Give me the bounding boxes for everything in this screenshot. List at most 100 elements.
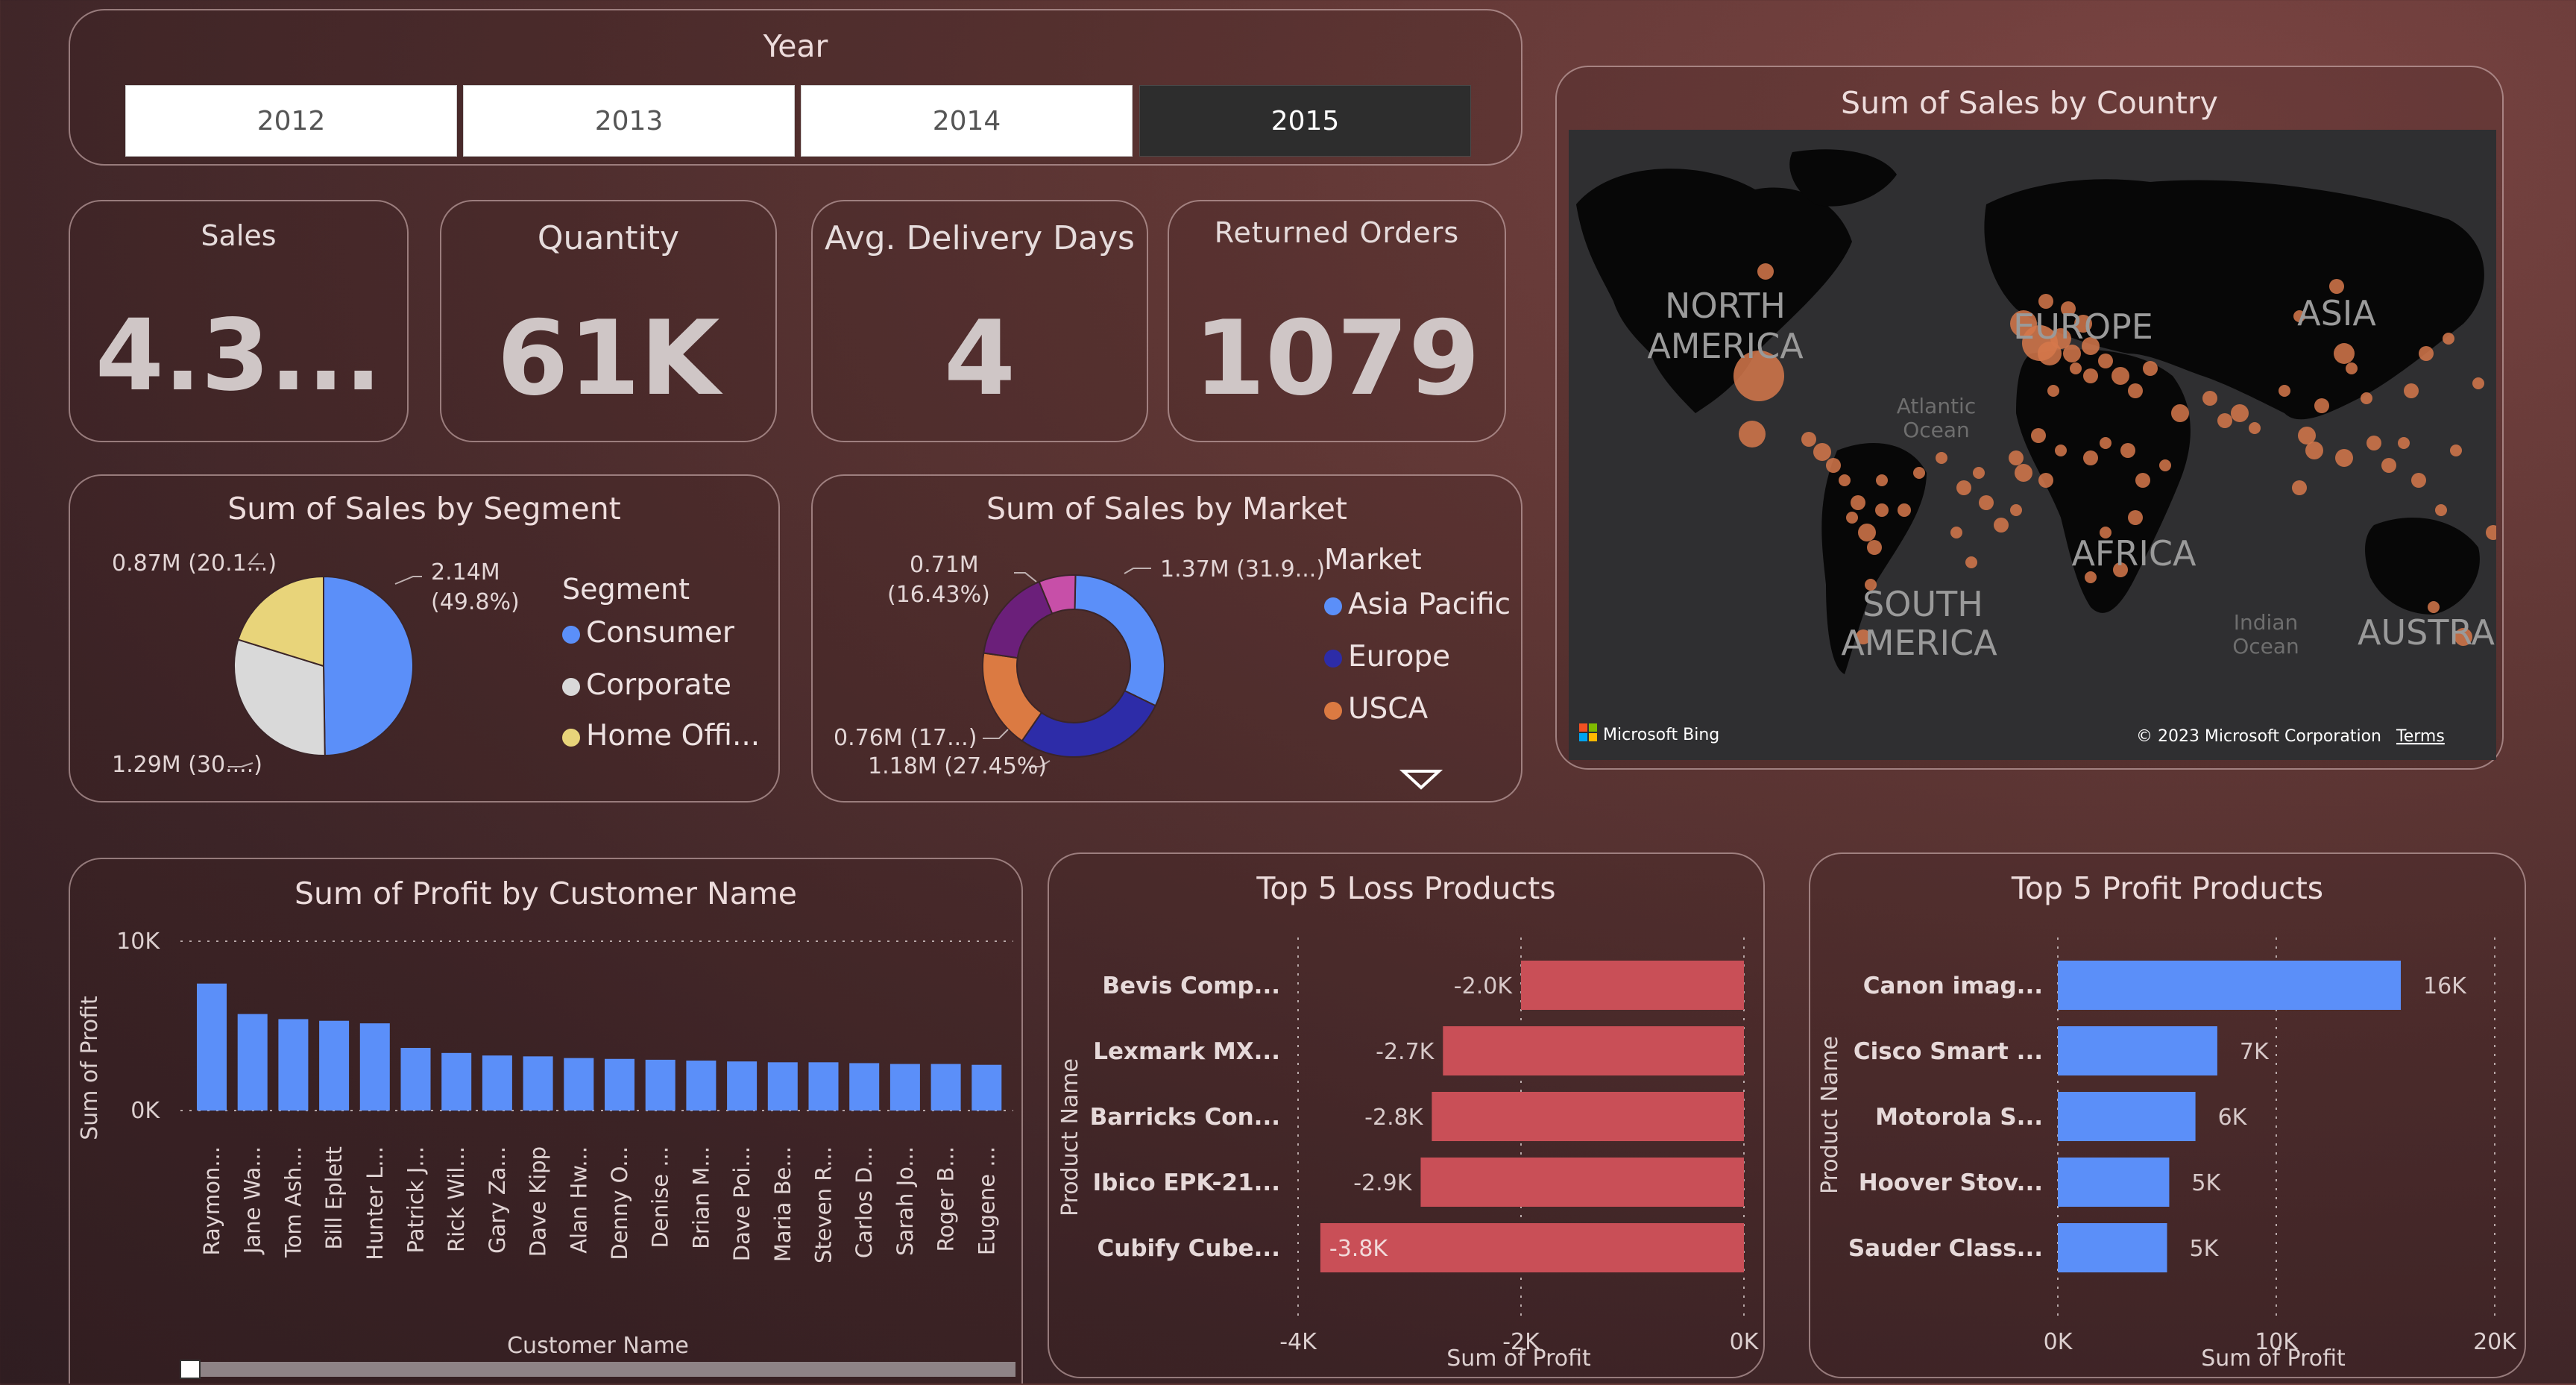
map-bubble[interactable] xyxy=(2038,473,2053,488)
map-bubble[interactable] xyxy=(1875,503,1889,517)
map-bubble[interactable] xyxy=(1813,443,1831,461)
customer-bar-dave-kipp[interactable] xyxy=(523,1056,553,1111)
map-bubble[interactable] xyxy=(2159,459,2171,471)
profit-bar-sauder-class[interactable] xyxy=(2058,1223,2167,1272)
map-bubble[interactable] xyxy=(2335,449,2353,467)
map-bubble[interactable] xyxy=(2366,436,2381,450)
map-bubble[interactable] xyxy=(1757,263,1774,280)
map-bubble[interactable] xyxy=(2435,504,2447,516)
customer-bar-maria-be[interactable] xyxy=(767,1062,798,1111)
map-bubble[interactable] xyxy=(2305,442,2323,459)
map-bubble[interactable] xyxy=(2047,385,2059,397)
market-legend-usca[interactable]: USCA xyxy=(1324,692,1428,726)
customer-bar-dave-poi[interactable] xyxy=(727,1061,758,1111)
customer-bar-bill-eplett[interactable] xyxy=(319,1020,350,1111)
loss-bar-ibico-epk-21[interactable] xyxy=(1420,1158,1744,1207)
map-bubble[interactable] xyxy=(1979,495,1994,510)
profit-bar-hoover-stov[interactable] xyxy=(2058,1158,2170,1207)
map-bubble[interactable] xyxy=(2128,510,2143,525)
loss-bar-lexmark-mx[interactable] xyxy=(1443,1026,1744,1075)
map-terms-link[interactable]: Terms xyxy=(2396,727,2445,746)
profit-bar-canon-imag[interactable] xyxy=(2058,961,2402,1010)
map-bubble[interactable] xyxy=(2249,422,2261,434)
map-bubble[interactable] xyxy=(2100,437,2111,449)
map-bubble[interactable] xyxy=(1867,540,1882,555)
map-bubble[interactable] xyxy=(2361,392,2372,404)
year-button-2014[interactable]: 2014 xyxy=(801,85,1133,157)
map-bubble[interactable] xyxy=(2314,398,2329,413)
map-bubble[interactable] xyxy=(1965,556,1977,568)
profit-products-chart[interactable]: 0K 10K 20K Canon imag... 16KCisco Smart ...… xyxy=(1810,854,2528,1380)
market-legend-europe[interactable]: Europe xyxy=(1324,640,1450,673)
customer-bar-tom-ash[interactable] xyxy=(278,1019,309,1111)
map-bubble[interactable] xyxy=(1826,458,1841,473)
kpi-delivery-card[interactable]: Avg. Delivery Days 4 xyxy=(811,200,1148,442)
map-bubble[interactable] xyxy=(2015,464,2032,482)
profit-bar-cisco-smart[interactable] xyxy=(2058,1026,2217,1075)
map-bubble[interactable] xyxy=(2398,437,2410,449)
customer-bar-denny-o[interactable] xyxy=(605,1058,634,1111)
map-bubble[interactable] xyxy=(1913,467,1925,479)
map-bubble[interactable] xyxy=(2120,443,2135,458)
map-bubble[interactable] xyxy=(2009,450,2024,465)
map-bubble[interactable] xyxy=(2450,445,2462,456)
loss-products-chart[interactable]: -4K -2K 0K Bevis Comp... -2.0KLexmark MX...… xyxy=(1049,854,1766,1380)
year-button-2015[interactable]: 2015 xyxy=(1139,85,1471,157)
market-slice-asia-pacific[interactable] xyxy=(1074,574,1165,707)
customer-bar-carlos-d[interactable] xyxy=(849,1063,880,1111)
map-bubble[interactable] xyxy=(2217,413,2232,428)
map-bubble[interactable] xyxy=(2010,504,2022,516)
segment-slice-consumer[interactable] xyxy=(323,575,414,757)
map-bubble[interactable] xyxy=(2171,404,2189,422)
map-bubble[interactable] xyxy=(2143,361,2158,376)
map-bubble[interactable] xyxy=(1851,495,1865,510)
map-bubble[interactable] xyxy=(1801,432,1816,447)
kpi-sales-card[interactable]: Sales 4.3... xyxy=(69,200,409,442)
map-bubble[interactable] xyxy=(2472,377,2484,389)
map-bubble[interactable] xyxy=(2083,450,2098,465)
customer-profit-chart[interactable]: 10K 0K Sum of Profit Raymon... Jane Wa...… xyxy=(70,859,1024,1385)
loss-bar-bevis-comp[interactable] xyxy=(1521,961,1744,1010)
map-bubble[interactable] xyxy=(2419,346,2434,361)
map-bubble[interactable] xyxy=(2381,458,2396,473)
map-bubble[interactable] xyxy=(2292,480,2307,495)
world-map[interactable]: NORTH AMERICA EUROPE ASIA AFRICA SOUTH A… xyxy=(1569,130,2496,760)
market-slice-europe[interactable] xyxy=(1021,689,1157,758)
customer-bar-sarah-jo[interactable] xyxy=(889,1064,920,1111)
segment-legend-corporate[interactable]: Corporate xyxy=(562,668,731,702)
customer-bar-gary-za[interactable] xyxy=(482,1055,512,1111)
map-bubble[interactable] xyxy=(2404,383,2419,398)
map-bubble[interactable] xyxy=(1936,452,1947,464)
year-button-2013[interactable]: 2013 xyxy=(463,85,795,157)
customer-bar-raymon[interactable] xyxy=(197,983,227,1111)
map-bubble[interactable] xyxy=(1876,474,1888,486)
market-slice-other-3[interactable] xyxy=(983,580,1054,659)
kpi-returned-card[interactable]: Returned Orders 1079 xyxy=(1168,200,1506,442)
map-bubble[interactable] xyxy=(1994,518,2009,533)
customer-bar-alan-hw[interactable] xyxy=(564,1058,594,1111)
map-bubble[interactable] xyxy=(2329,279,2344,294)
map-bubble[interactable] xyxy=(2098,354,2113,368)
map-bubble[interactable] xyxy=(2428,601,2440,613)
customer-bar-denise[interactable] xyxy=(645,1059,676,1111)
customer-bar-jane-wa[interactable] xyxy=(237,1014,268,1111)
customer-bar-eugene[interactable] xyxy=(971,1064,1002,1111)
market-legend-asia[interactable]: Asia Pacific xyxy=(1324,588,1511,621)
map-bubble[interactable] xyxy=(2111,367,2129,385)
kpi-quantity-card[interactable]: Quantity 61K xyxy=(440,200,777,442)
map-bubble[interactable] xyxy=(2070,362,2082,374)
map-bubble[interactable] xyxy=(1858,524,1876,541)
map-bubble[interactable] xyxy=(1839,474,1851,486)
segment-legend-home-office[interactable]: Home Offi... xyxy=(562,719,760,753)
map-bubble[interactable] xyxy=(2063,345,2081,362)
customer-bar-brian-m[interactable] xyxy=(686,1061,717,1111)
map-bubble[interactable] xyxy=(2128,383,2143,398)
map-bubble[interactable] xyxy=(1956,480,1971,495)
map-bubble[interactable] xyxy=(1898,503,1911,517)
customer-bar-roger-b[interactable] xyxy=(930,1064,961,1111)
customer-bar-rick-wil[interactable] xyxy=(441,1052,472,1111)
customer-bar-patrick-j[interactable] xyxy=(400,1048,431,1111)
map-bubble[interactable] xyxy=(2346,362,2358,374)
map-bubble[interactable] xyxy=(2231,404,2249,422)
map-bubble[interactable] xyxy=(1950,527,1962,538)
